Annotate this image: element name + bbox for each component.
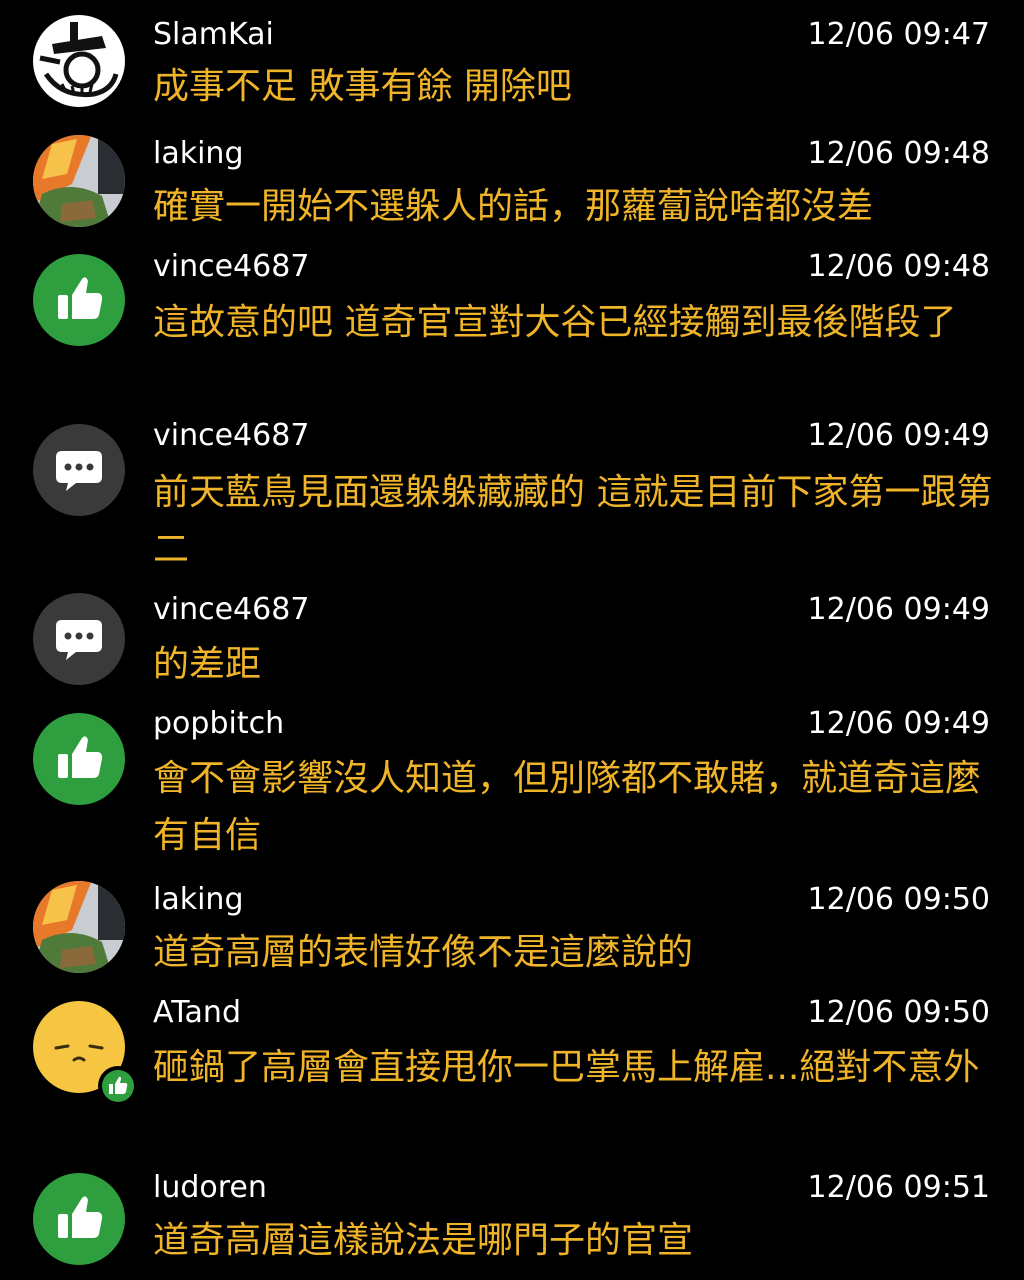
comment-text: 的差距 [153, 644, 262, 685]
comment-username[interactable]: ludoren [153, 1170, 267, 1206]
chat-bubble-icon[interactable] [32, 592, 126, 686]
comment-item: popbitch 12/06 09:49 會不會影響沒人知道，但別隊都不敢賭，就… [0, 700, 1024, 872]
thumbs-up-icon[interactable] [32, 253, 126, 347]
comment-text: 前天藍鳥見面還躲躲藏藏的 這就是目前下家第一跟第二 [153, 472, 993, 570]
chat-bubble-icon[interactable] [32, 423, 126, 517]
comment-text: 成事不足 敗事有餘 開除吧 [153, 66, 572, 107]
comment-text: 確實一開始不選躲人的話，那蘿蔔說啥都沒差 [153, 186, 874, 227]
comment-item: laking 12/06 09:48 確實一開始不選躲人的話，那蘿蔔說啥都沒差 [0, 120, 1024, 238]
comment-item: laking 12/06 09:50 道奇高層的表情好像不是這麼說的 [0, 872, 1024, 990]
comment-item: vince4687 12/06 09:48 這故意的吧 道奇官宣對大谷已經接觸到… [0, 238, 1024, 410]
comment-timestamp: 12/06 09:49 [807, 706, 990, 741]
comment-item: ATand 12/06 09:50 砸鍋了高層會直接甩你一巴掌馬上解雇...絕對… [0, 990, 1024, 1162]
thumbs-up-icon[interactable] [32, 1172, 126, 1266]
comment-username[interactable]: vince4687 [153, 418, 309, 454]
comment-timestamp: 12/06 09:49 [807, 418, 990, 453]
comment-timestamp: 12/06 09:48 [807, 249, 990, 284]
comment-item: vince4687 12/06 09:49 前天藍鳥見面還躲躲藏藏的 這就是目前… [0, 410, 1024, 582]
comment-timestamp: 12/06 09:50 [807, 882, 990, 917]
comment-timestamp: 12/06 09:48 [807, 136, 990, 171]
comment-timestamp: 12/06 09:50 [807, 995, 990, 1030]
comment-username[interactable]: vince4687 [153, 249, 309, 285]
comment-text: 砸鍋了高層會直接甩你一巴掌馬上解雇...絕對不意外 [153, 1047, 980, 1088]
comment-username[interactable]: vince4687 [153, 592, 309, 628]
comment-text: 道奇高層這樣說法是哪門子的官宣 [153, 1220, 694, 1261]
comment-username[interactable]: laking [153, 882, 243, 918]
cartoon-avatar-icon[interactable] [32, 14, 126, 108]
photo-avatar-icon[interactable] [32, 880, 126, 974]
comment-text: 會不會影響沒人知道，但別隊都不敢賭，就道奇這麼有自信 [153, 758, 982, 856]
comment-item: SlamKai 12/06 09:47 成事不足 敗事有餘 開除吧 [0, 0, 1024, 120]
egg-face-icon[interactable] [32, 1000, 138, 1106]
comment-text: 這故意的吧 道奇官宣對大谷已經接觸到最後階段了 [153, 302, 957, 343]
comment-username[interactable]: laking [153, 136, 243, 172]
thumbs-up-icon[interactable] [32, 712, 126, 806]
comment-item: vince4687 12/06 09:49 的差距 [0, 582, 1024, 700]
comment-timestamp: 12/06 09:49 [807, 592, 990, 627]
comment-username[interactable]: ATand [153, 995, 241, 1031]
comment-item: ludoren 12/06 09:51 道奇高層這樣說法是哪門子的官宣 [0, 1162, 1024, 1280]
comment-username[interactable]: popbitch [153, 706, 284, 742]
comment-text: 道奇高層的表情好像不是這麼說的 [153, 932, 694, 973]
photo-avatar-icon[interactable] [32, 134, 126, 228]
comment-timestamp: 12/06 09:47 [807, 17, 990, 52]
comment-username[interactable]: SlamKai [153, 17, 274, 53]
comment-timestamp: 12/06 09:51 [807, 1170, 990, 1205]
